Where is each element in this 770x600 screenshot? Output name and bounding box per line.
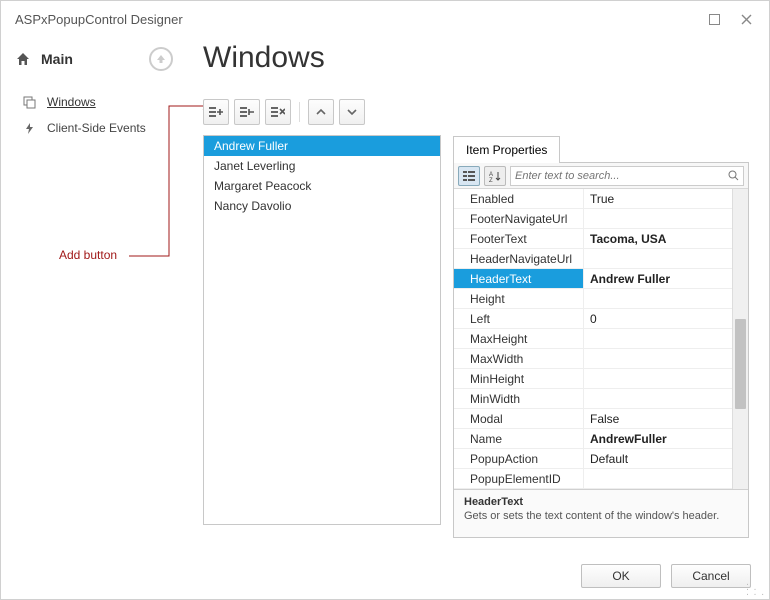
property-name: MaxHeight — [454, 329, 584, 348]
property-name: Enabled — [454, 189, 584, 208]
property-grid[interactable]: EnabledTrueFooterNavigateUrlFooterTextTa… — [454, 189, 732, 489]
scrollbar[interactable] — [732, 189, 748, 489]
property-value[interactable]: Tacoma, USA — [584, 229, 732, 248]
property-name: MaxWidth — [454, 349, 584, 368]
property-value[interactable] — [584, 349, 732, 368]
property-name: MinWidth — [454, 389, 584, 408]
property-row[interactable]: FooterNavigateUrl — [454, 209, 732, 229]
search-icon — [728, 170, 739, 181]
description-body: Gets or sets the text content of the win… — [464, 510, 738, 522]
description-box: HeaderText Gets or sets the text content… — [454, 489, 748, 537]
window-title: ASPxPopupControl Designer — [15, 12, 183, 27]
properties-panel: Item Properties AZ — [453, 135, 749, 525]
bolt-icon — [23, 122, 41, 135]
property-row[interactable]: ModalFalse — [454, 409, 732, 429]
cancel-button[interactable]: Cancel — [671, 564, 751, 588]
close-icon — [741, 14, 752, 25]
property-row[interactable]: PopupActionDefault — [454, 449, 732, 469]
footer: OK Cancel — [1, 553, 769, 599]
property-row[interactable]: HeaderTextAndrew Fuller — [454, 269, 732, 289]
property-row[interactable]: FooterTextTacoma, USA — [454, 229, 732, 249]
alphabetical-icon: AZ — [489, 170, 501, 182]
sidebar-main-label: Main — [41, 51, 73, 67]
property-row[interactable]: MinHeight — [454, 369, 732, 389]
move-up-button[interactable] — [308, 99, 334, 125]
property-value[interactable]: Default — [584, 449, 732, 468]
property-row[interactable]: MaxHeight — [454, 329, 732, 349]
property-row[interactable]: MinWidth — [454, 389, 732, 409]
properties-toolbar: AZ — [454, 163, 748, 189]
property-row[interactable]: NameAndrewFuller — [454, 429, 732, 449]
property-value[interactable] — [584, 289, 732, 308]
ok-button[interactable]: OK — [581, 564, 661, 588]
property-row[interactable]: EnabledTrue — [454, 189, 732, 209]
property-name: MinHeight — [454, 369, 584, 388]
property-value[interactable] — [584, 369, 732, 388]
property-value[interactable]: Andrew Fuller — [584, 269, 732, 288]
toolbar — [203, 99, 749, 125]
maximize-icon — [709, 14, 720, 25]
home-icon — [15, 51, 35, 67]
property-name: Left — [454, 309, 584, 328]
windows-icon — [23, 96, 41, 109]
remove-icon — [271, 106, 285, 118]
items-list[interactable]: Andrew FullerJanet LeverlingMargaret Pea… — [203, 135, 441, 525]
property-row[interactable]: HeaderNavigateUrl — [454, 249, 732, 269]
categorized-icon — [463, 170, 475, 182]
property-value[interactable]: True — [584, 189, 732, 208]
svg-text:Z: Z — [489, 178, 493, 182]
add-button[interactable] — [203, 99, 229, 125]
property-row[interactable]: Left0 — [454, 309, 732, 329]
up-button[interactable] — [149, 47, 173, 71]
property-value[interactable] — [584, 329, 732, 348]
property-row[interactable]: PopupElementID — [454, 469, 732, 489]
property-name: Name — [454, 429, 584, 448]
titlebar: ASPxPopupControl Designer — [1, 1, 769, 37]
property-name: PopupAction — [454, 449, 584, 468]
property-name: FooterText — [454, 229, 584, 248]
property-value[interactable]: AndrewFuller — [584, 429, 732, 448]
move-down-button[interactable] — [339, 99, 365, 125]
search-input[interactable] — [515, 170, 728, 182]
chevron-up-icon — [316, 107, 326, 117]
property-name: FooterNavigateUrl — [454, 209, 584, 228]
list-item[interactable]: Janet Leverling — [204, 156, 440, 176]
property-value[interactable]: False — [584, 409, 732, 428]
property-name: Modal — [454, 409, 584, 428]
arrow-up-icon — [156, 54, 166, 64]
page-title: Windows — [203, 41, 749, 75]
property-row[interactable]: MaxWidth — [454, 349, 732, 369]
resize-grip[interactable]: .. .. . . — [746, 580, 765, 595]
toolbar-separator — [299, 102, 300, 122]
nav-label: Windows — [47, 95, 96, 109]
property-value[interactable] — [584, 209, 732, 228]
property-value[interactable] — [584, 469, 732, 488]
property-value[interactable]: 0 — [584, 309, 732, 328]
search-box[interactable] — [510, 166, 744, 186]
alphabetical-button[interactable]: AZ — [484, 166, 506, 186]
list-item[interactable]: Margaret Peacock — [204, 176, 440, 196]
remove-button[interactable] — [265, 99, 291, 125]
description-title: HeaderText — [464, 496, 738, 508]
property-name: HeaderNavigateUrl — [454, 249, 584, 268]
sidebar-main[interactable]: Main — [15, 47, 183, 71]
property-name: Height — [454, 289, 584, 308]
property-name: HeaderText — [454, 269, 584, 288]
list-item[interactable]: Nancy Davolio — [204, 196, 440, 216]
list-item[interactable]: Andrew Fuller — [204, 136, 440, 156]
property-name: PopupElementID — [454, 469, 584, 488]
maximize-button[interactable] — [705, 10, 723, 28]
tab-item-properties[interactable]: Item Properties — [453, 136, 560, 163]
property-row[interactable]: Height — [454, 289, 732, 309]
property-value[interactable] — [584, 389, 732, 408]
add-icon — [209, 106, 223, 118]
callout-label: Add button — [59, 248, 117, 262]
insert-button[interactable] — [234, 99, 260, 125]
chevron-down-icon — [347, 107, 357, 117]
property-value[interactable] — [584, 249, 732, 268]
insert-icon — [240, 106, 254, 118]
scrollbar-thumb[interactable] — [735, 319, 746, 409]
close-button[interactable] — [737, 10, 755, 28]
categorized-button[interactable] — [458, 166, 480, 186]
